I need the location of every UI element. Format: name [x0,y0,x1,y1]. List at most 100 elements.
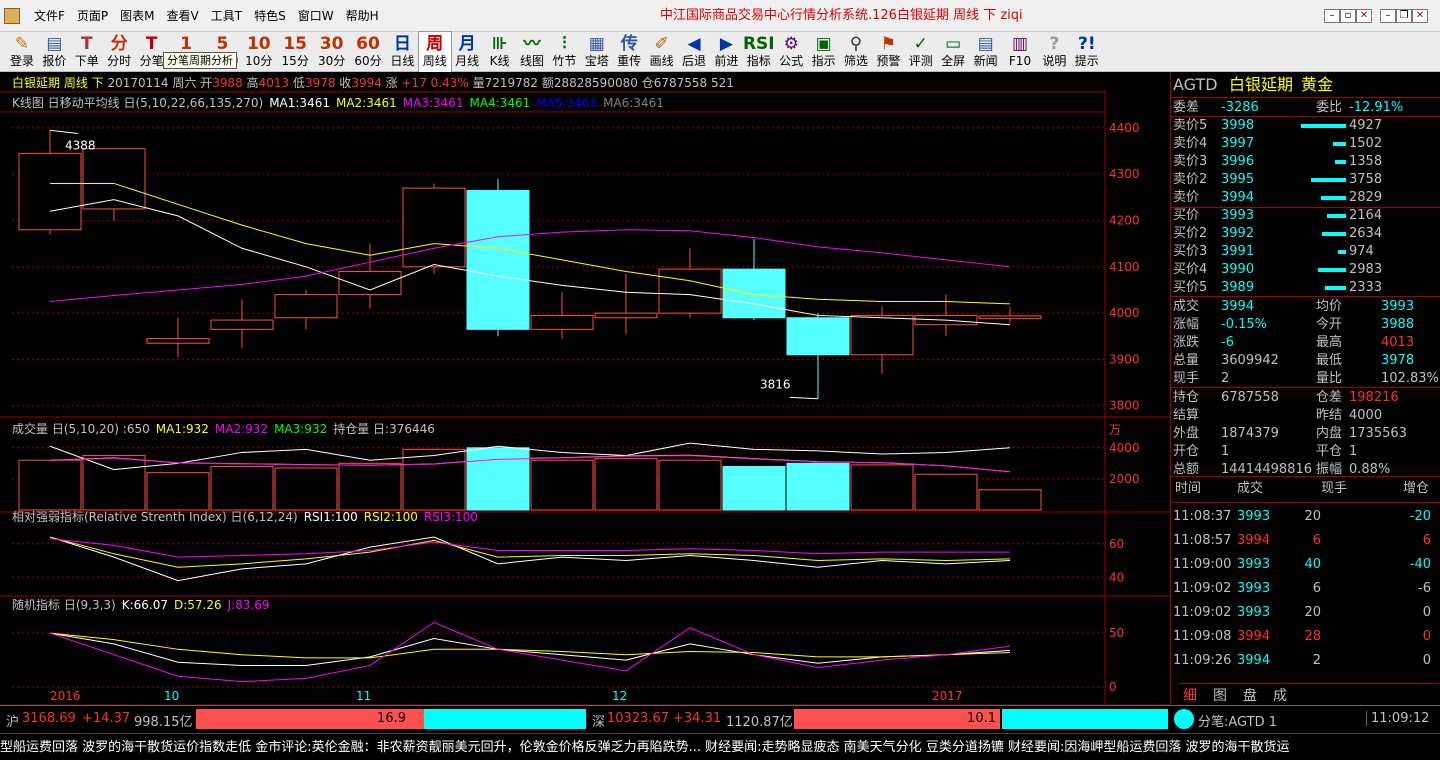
value: 平仓 [1316,444,1343,459]
window-restore-button[interactable]: ❐ [1396,9,1412,23]
toolbar-button[interactable]: ✐ 画线 [646,32,678,72]
toolbar-button[interactable]: 〰线图 [516,32,548,72]
tick-qty: 40 [1304,557,1321,572]
quote-header: 白银延期 周线 下 20170114 周六 开3988 高4013 低3978 … [12,75,734,90]
toolbar-button[interactable]: ⊪ K线 [484,32,516,72]
toolbar-button[interactable]: ?! 提示 [1071,32,1103,72]
volume-bar [466,447,530,511]
toolbar-label: 30分 [317,54,346,68]
toolbar-button[interactable]: ▤ 新闻 [970,32,1002,72]
mdi-minimize-button[interactable]: – [1324,9,1340,23]
book-label: 卖价4 [1173,136,1208,151]
toolbar-button[interactable]: ✓ 评测 [905,32,937,72]
app-icon[interactable] [4,8,20,24]
value: 委比 [1316,100,1343,115]
toolbar-button[interactable]: ▭ 全屏 [937,32,969,72]
toolbar-icon: ▦ [588,34,605,54]
toolbar-button[interactable]: ? 说明 [1038,32,1070,72]
chart-area[interactable]: 白银延期 周线 下 20170114 周六 开3988 高4013 低3978 … [0,72,1170,705]
tick-time: 11:09:02 [1173,581,1232,596]
toolbar-label: 月线 [455,54,480,68]
book-price: 3996 [1221,154,1255,169]
toolbar-button[interactable]: ⚑ 预警 [872,32,904,72]
toolbar-label: 15分 [281,54,309,68]
value: 6787558 [1221,390,1279,405]
toolbar-label: 前进 [714,54,739,68]
candle-body [978,315,1042,320]
ask-row: 卖价3 3996 1358 [1171,153,1440,171]
book-label: 卖价3 [1173,154,1208,169]
toolbar-icon: 60 [356,34,380,54]
toolbar-icon: 传 [620,34,638,54]
menu-item[interactable]: 帮助H [340,0,385,32]
volume-bar [274,467,338,511]
toolbar-label: 后退 [681,54,706,68]
mdi-restore-button[interactable]: ▫ [1340,9,1356,23]
news-ticker[interactable]: 型船运费回落 波罗的海干散货运价指数走低 金市评论:英伦金融：非农薪资靓丽美元回… [0,733,1440,760]
code-status: 分笔:AGTD 1 [1198,715,1278,730]
toolbar-button[interactable]: 10 10分 [241,32,277,72]
tick-row: 11:09:02 3993 20 0 [1171,604,1440,622]
book-qty: 1502 [1349,136,1383,151]
tick-qty: 20 [1304,605,1321,620]
detail-tab[interactable]: 图 [1213,685,1227,705]
toolbar-label: 日线 [390,54,415,68]
toolbar-button[interactable]: 传重传 [613,32,645,72]
detail-tab[interactable]: 盘 [1243,685,1257,705]
toolbar-icon: ⚲ [849,34,863,54]
toolbar-button[interactable]: ▣ 指示 [808,32,840,72]
detail-tab[interactable]: 细 [1183,685,1197,705]
book-label: 买价3 [1173,244,1208,259]
book-price: 3991 [1221,244,1255,259]
toolbar-button[interactable]: ▶ 前进 [710,32,742,72]
window-minimize-button[interactable]: – [1380,9,1396,23]
menu-item[interactable]: 查看V [161,0,205,32]
menu-item[interactable]: 窗口W [292,0,340,32]
toolbar-icon: 月 [458,34,476,54]
toolbar-button[interactable]: ▦ 宝塔 [581,32,613,72]
toolbar-button[interactable]: T 下单 [71,32,103,72]
toolbar-button[interactable]: ◀ 后退 [678,32,710,72]
toolbar-button[interactable]: ⚙ 公式 [775,32,807,72]
toolbar-label: 提示 [1074,54,1099,68]
window-close-button[interactable]: ✕ [1412,9,1428,23]
value: 3994 [1221,299,1255,314]
toolbar-button[interactable]: 日日线 [386,32,418,72]
menu-item[interactable]: 图表M [114,0,160,32]
detail-tab[interactable]: 成 [1273,685,1287,705]
bid-row: 买价3 3991 974 [1171,243,1440,261]
toolbar-button[interactable]: 15 15分 [277,32,313,72]
divider [1171,502,1440,503]
toolbar-button[interactable]: 30 30分 [314,32,350,72]
candle-body [338,270,402,296]
toolbar-button[interactable]: ▤ 报价 [38,32,70,72]
book-label: 卖价 [1173,190,1200,205]
toolbar-label: 评测 [908,54,933,68]
toolbar-label: F10 [1008,54,1032,68]
book-label: 买价5 [1173,280,1208,295]
toolbar-button[interactable]: 分分时 [103,32,135,72]
book-qty: 4927 [1349,118,1383,133]
toolbar-label: 预警 [876,54,901,68]
toolbar-button[interactable]: 周周线 [417,31,452,73]
instrument-code: AGTD [1173,75,1218,94]
date-label: 2016 [50,689,81,703]
menu-item[interactable]: 页面P [71,0,114,32]
mdi-close-button[interactable]: ✕ [1356,9,1372,23]
toolbar-button[interactable]: ✎ 登录 [6,32,38,72]
instrument-name: 白银延期 [1229,75,1294,94]
toolbar-button[interactable]: 60 60分 [350,32,386,72]
price-tick: 4200 [1109,214,1140,228]
detail-tabs: 细图盘成 [1179,683,1439,705]
tick-qty: 2 [1312,653,1321,668]
menu-item[interactable]: 文件F [28,0,71,32]
toolbar-button[interactable]: ⚲ 筛选 [840,32,872,72]
toolbar-button[interactable]: ⫶ 竹节 [548,32,580,72]
menu-item[interactable]: 特色S [248,0,292,32]
toolbar-button[interactable]: RSI 指标 [743,32,775,72]
toolbar-button[interactable]: 月月线 [451,32,483,72]
menu-item[interactable]: 工具T [205,0,248,32]
window-title: 中江国际商品交易中心行情分析系统.126白银延期 周线 下 ziqi [660,8,1023,23]
sh-index: 3168.69 [22,711,76,726]
toolbar-button[interactable]: ▥ F10 [1002,32,1038,72]
